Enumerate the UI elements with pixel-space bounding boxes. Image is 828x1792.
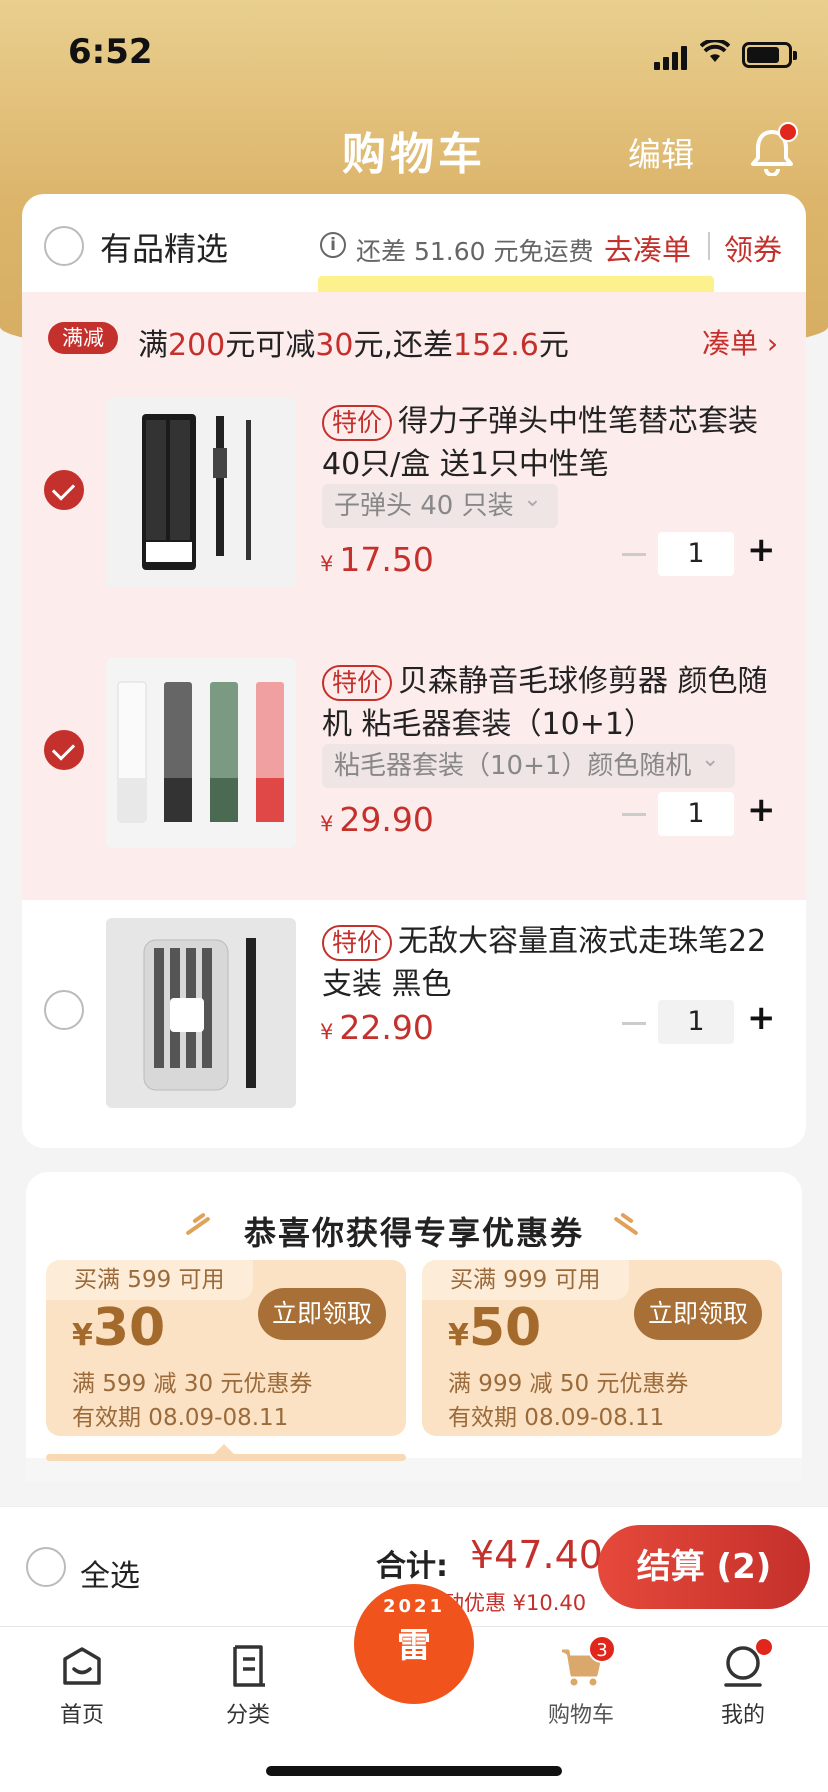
promo-group: 满减 满200元可减30元,还差152.6元 凑单 › 特价 得力子弹头中性笔替芯… (22, 292, 806, 900)
cart-item: 特价得力子弹头中性笔替芯套装40只/盒 送1只中性笔 子弹头 40 只装 ¥17… (22, 378, 806, 598)
select-all-radio[interactable] (26, 1547, 66, 1587)
qty-plus-button[interactable]: + (747, 790, 776, 830)
select-all-label[interactable]: 全选 (80, 1551, 140, 1595)
goto-add-items-link[interactable]: 去凑单 (604, 227, 691, 269)
coupon-expiry: 有效期 08.09-08.11 (72, 1405, 289, 1431)
tab-label: 我的 (720, 1703, 765, 1728)
qty-minus-button[interactable] (622, 1022, 646, 1025)
tab-label: 购物车 (547, 1703, 614, 1728)
coupon-scroll-track (26, 1458, 802, 1482)
tab-mine[interactable]: 我的 (688, 1639, 798, 1729)
tab-label: 首页 (59, 1703, 104, 1728)
total-label: 合计: (376, 1549, 448, 1584)
notification-dot (778, 122, 798, 142)
status-bar: 6:52 (0, 28, 828, 78)
product-image[interactable] (106, 398, 296, 588)
qty-input[interactable]: 1 (658, 792, 734, 836)
special-price-tag: 特价 (322, 665, 393, 701)
wifi-icon (699, 38, 731, 70)
qty-input[interactable]: 1 (658, 532, 734, 576)
coupon-section: 恭喜你获得专享优惠券 买满 599 可用 ¥30 立即领取 满 599 减 30… (26, 1172, 802, 1482)
edit-button[interactable]: 编辑 (628, 128, 694, 176)
page-title: 购物车 (342, 129, 486, 180)
cart-card: 有品精选 i 还差 51.60 元免运费 去凑单 领券 满减 满200元可减30… (22, 194, 806, 1148)
qty-input[interactable]: 1 (658, 1000, 734, 1044)
cart-icon: 3 (558, 1635, 616, 1689)
tab-home[interactable]: 首页 (27, 1643, 137, 1729)
status-time: 6:52 (68, 32, 153, 72)
coupon-description: 满 999 减 50 元优惠券 (448, 1371, 689, 1397)
qty-minus-button[interactable] (622, 553, 646, 556)
home-indicator (266, 1766, 562, 1776)
coupon-limit: 买满 599 可用 (46, 1260, 253, 1300)
item-price: ¥17.50 (320, 540, 434, 579)
total-value: ¥47.40 (470, 1533, 603, 1577)
item-title[interactable]: 特价 得力子弹头中性笔替芯套装40只/盒 送1只中性笔 (322, 400, 792, 486)
coupon-description: 满 599 减 30 元优惠券 (72, 1371, 313, 1397)
item-select-radio[interactable] (44, 470, 84, 510)
coupon-scroll-pointer (214, 1444, 234, 1454)
coupon-amount: ¥50 (448, 1298, 542, 1358)
claim-coupon-button[interactable]: 立即领取 (257, 1288, 386, 1340)
category-icon (225, 1643, 271, 1689)
get-coupon-link[interactable]: 领券 (724, 227, 782, 269)
item-price: ¥22.90 (320, 1008, 434, 1047)
profile-icon (720, 1639, 772, 1689)
shop-select-radio[interactable] (44, 226, 84, 266)
qty-plus-button[interactable]: + (747, 530, 776, 570)
coupon-section-title: 恭喜你获得专享优惠券 (243, 1214, 584, 1252)
item-spec-selector[interactable]: 子弹头 40 只装 (322, 478, 558, 528)
tab-label: 分类 (225, 1703, 270, 1728)
tab-category[interactable]: 分类 (193, 1643, 303, 1729)
coupon-card: 买满 999 可用 ¥50 立即领取 满 999 减 50 元优惠券 有效期 0… (422, 1260, 782, 1436)
cart-item: 特价 贝森静音毛球修剪器 颜色随机 粘毛器套装（10+1） 粘毛器套装（10+1）… (22, 638, 806, 858)
qty-plus-button[interactable]: + (747, 998, 776, 1038)
battery-icon (742, 42, 797, 68)
coupon-limit: 买满 999 可用 (422, 1260, 629, 1300)
qty-minus-button[interactable] (622, 813, 646, 816)
promo-action-link[interactable]: 凑单 › (702, 322, 778, 362)
center-year: 2021 (382, 1596, 446, 1617)
item-title[interactable]: 特价 无敌大容量直液式走珠笔22支装 黑色 (322, 920, 792, 1006)
claim-coupon-button[interactable]: 立即领取 (633, 1288, 762, 1340)
decoration-right-icon (612, 1212, 644, 1236)
item-select-radio[interactable] (44, 990, 84, 1030)
divider (708, 232, 710, 260)
item-price: ¥29.90 (320, 800, 434, 839)
cart-badge: 3 (588, 1635, 616, 1663)
product-image[interactable] (106, 918, 296, 1108)
checkout-button[interactable]: 结算 (2) (598, 1525, 810, 1609)
shop-name: 有品精选 (100, 230, 229, 268)
tab-cart[interactable]: 3 购物车 (526, 1635, 636, 1729)
item-select-radio[interactable] (44, 730, 84, 770)
signal-icon (654, 46, 688, 70)
promo-text: 满200元可减30元,还差152.6元 (138, 328, 569, 363)
center-label: 雷 (397, 1626, 431, 1666)
promo-bar: 满减 满200元可减30元,还差152.6元 凑单 › (22, 292, 806, 378)
coupon-amount: ¥30 (72, 1298, 166, 1358)
product-image[interactable] (106, 658, 296, 848)
coupon-card: 买满 599 可用 ¥30 立即领取 满 599 减 30 元优惠券 有效期 0… (46, 1260, 406, 1436)
cart-item: 特价 无敌大容量直液式走珠笔22支装 黑色 ¥22.90 1 + (22, 898, 806, 1118)
center-promo-button[interactable]: 2021 雷 (354, 1584, 474, 1704)
home-icon (59, 1643, 105, 1689)
notification-dot (756, 1639, 772, 1655)
special-price-tag: 特价 (322, 405, 393, 441)
item-title[interactable]: 特价 贝森静音毛球修剪器 颜色随机 粘毛器套装（10+1） (322, 660, 792, 746)
shipping-note: 还差 51.60 元免运费 (356, 237, 594, 266)
info-icon: i (320, 232, 346, 258)
special-price-tag: 特价 (322, 925, 393, 961)
coupon-expiry: 有效期 08.09-08.11 (448, 1405, 665, 1431)
item-spec-selector[interactable]: 粘毛器套装（10+1）颜色随机 (322, 738, 736, 788)
promo-tag: 满减 (48, 322, 118, 354)
coupon-scroll-indicator[interactable] (46, 1454, 406, 1461)
bell-icon[interactable] (748, 122, 798, 177)
